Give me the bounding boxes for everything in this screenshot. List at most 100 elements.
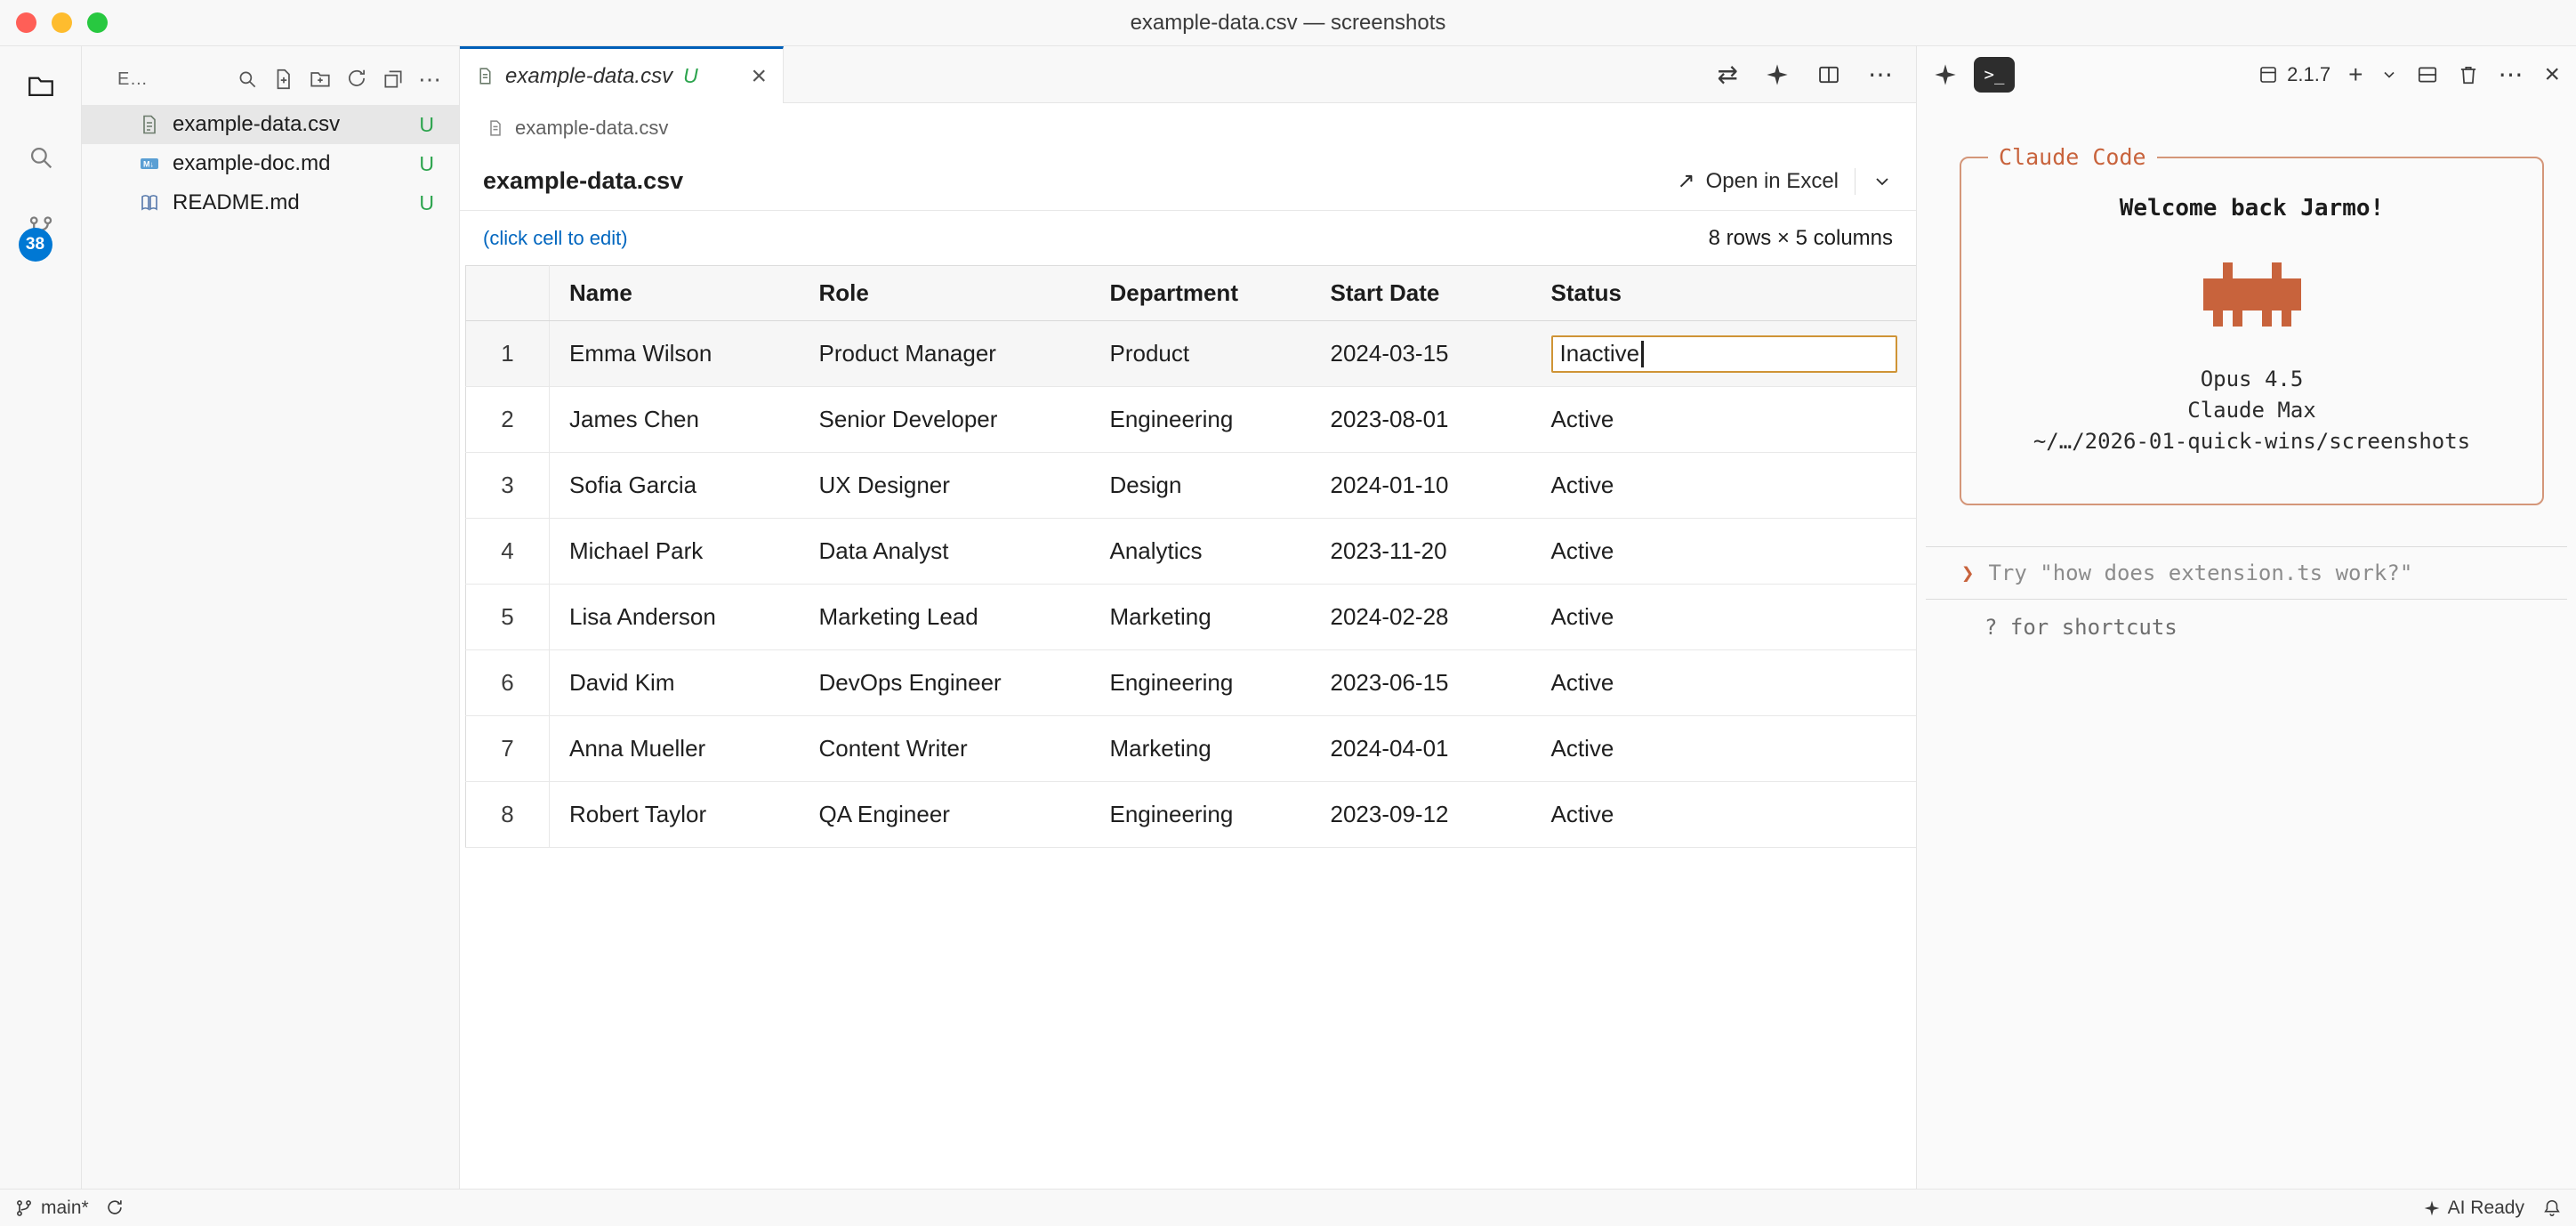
- table-cell[interactable]: Active: [1532, 387, 1917, 453]
- table-cell[interactable]: Content Writer: [800, 716, 1091, 782]
- table-cell[interactable]: 2024-02-28: [1311, 585, 1532, 650]
- table-cell[interactable]: Active: [1532, 453, 1917, 519]
- more-actions-icon[interactable]: ⋯: [1868, 62, 1893, 87]
- refresh-icon[interactable]: [345, 68, 368, 91]
- branch-icon: [14, 1198, 34, 1218]
- table-cell[interactable]: James Chen: [550, 387, 800, 453]
- table-cell[interactable]: Michael Park: [550, 519, 800, 585]
- minimize-window-button[interactable]: [52, 12, 72, 33]
- table-cell[interactable]: 2023-06-15: [1311, 650, 1532, 716]
- table-cell[interactable]: David Kim: [550, 650, 800, 716]
- svg-text:M↓: M↓: [143, 160, 154, 169]
- table-cell[interactable]: Design: [1091, 453, 1311, 519]
- table-cell[interactable]: Active: [1532, 650, 1917, 716]
- open-external-icon: ↗: [1677, 171, 1695, 192]
- claude-welcome-box: Claude Code Welcome back Jarmo! Opus 4.5…: [1960, 144, 2544, 505]
- table-cell[interactable]: Inactive: [1532, 321, 1917, 387]
- csv-title: example-data.csv: [483, 167, 683, 195]
- table-cell[interactable]: Senior Developer: [800, 387, 1091, 453]
- table-cell[interactable]: Marketing: [1091, 716, 1311, 782]
- table-cell[interactable]: 2023-09-12: [1311, 782, 1532, 848]
- prompt-input[interactable]: ❯ Try "how does extension.ts work?": [1926, 546, 2567, 600]
- more-actions-icon[interactable]: ⋯: [418, 68, 441, 91]
- close-panel-icon[interactable]: ×: [2544, 61, 2560, 88]
- table-cell[interactable]: Engineering: [1091, 650, 1311, 716]
- open-in-excel-button[interactable]: ↗ Open in Excel: [1677, 169, 1839, 194]
- table-cell[interactable]: Marketing Lead: [800, 585, 1091, 650]
- breadcrumb-item[interactable]: example-data.csv: [515, 117, 668, 140]
- sparkle-icon[interactable]: [1765, 62, 1790, 87]
- sparkle-icon[interactable]: [1933, 62, 1958, 87]
- divider: [1855, 168, 1856, 195]
- table-cell[interactable]: 2023-11-20: [1311, 519, 1532, 585]
- new-folder-icon[interactable]: [309, 68, 332, 91]
- table-cell[interactable]: Sofia Garcia: [550, 453, 800, 519]
- explorer-icon[interactable]: [26, 71, 56, 101]
- table-cell[interactable]: QA Engineer: [800, 782, 1091, 848]
- terminal-tab-icon[interactable]: >_: [1974, 57, 2015, 93]
- breadcrumb[interactable]: example-data.csv: [460, 103, 1916, 152]
- more-actions-icon[interactable]: ⋯: [2498, 62, 2523, 87]
- git-branch-item[interactable]: main*: [14, 1198, 89, 1219]
- tab-example-data-csv[interactable]: example-data.csv U ×: [460, 46, 784, 103]
- table-cell[interactable]: Anna Mueller: [550, 716, 800, 782]
- title-bar: example-data.csv — screenshots: [0, 0, 2576, 46]
- table-row: 1Emma WilsonProduct ManagerProduct2024-0…: [466, 321, 1917, 387]
- tab-close-icon[interactable]: ×: [751, 63, 767, 90]
- new-file-icon[interactable]: [272, 68, 295, 91]
- table-cell[interactable]: Robert Taylor: [550, 782, 800, 848]
- csv-table-body: 1Emma WilsonProduct ManagerProduct2024-0…: [466, 321, 1917, 848]
- chevron-down-icon[interactable]: [1872, 171, 1893, 192]
- sync-changes-icon[interactable]: [105, 1198, 125, 1218]
- table-cell[interactable]: Active: [1532, 519, 1917, 585]
- table-cell[interactable]: Active: [1532, 585, 1917, 650]
- source-control-icon[interactable]: 38: [26, 214, 56, 244]
- shortcuts-hint: ? for shortcuts: [1984, 615, 2576, 640]
- split-editor-icon[interactable]: [1816, 62, 1841, 87]
- claude-box-title: Claude Code: [1988, 144, 2157, 170]
- table-cell[interactable]: Product: [1091, 321, 1311, 387]
- edit-hint-link[interactable]: (click cell to edit): [483, 227, 628, 250]
- ai-ready-item[interactable]: AI Ready: [2423, 1198, 2524, 1219]
- collapse-all-icon[interactable]: [382, 68, 405, 91]
- table-row: 8Robert TaylorQA EngineerEngineering2023…: [466, 782, 1917, 848]
- table-row: 7Anna MuellerContent WriterMarketing2024…: [466, 716, 1917, 782]
- table-cell[interactable]: 2023-08-01: [1311, 387, 1532, 453]
- table-cell[interactable]: Engineering: [1091, 387, 1311, 453]
- zoom-window-button[interactable]: [87, 12, 108, 33]
- file-item-example-doc-md[interactable]: M↓ example-doc.md U: [82, 144, 459, 183]
- new-session-icon[interactable]: +: [2348, 62, 2363, 87]
- chevron-down-icon[interactable]: [2380, 66, 2398, 84]
- table-cell[interactable]: Lisa Anderson: [550, 585, 800, 650]
- table-cell[interactable]: Engineering: [1091, 782, 1311, 848]
- trash-icon[interactable]: [2457, 63, 2480, 86]
- model-name: Opus 4.5: [1979, 364, 2524, 395]
- table-cell[interactable]: DevOps Engineer: [800, 650, 1091, 716]
- search-icon[interactable]: [26, 142, 56, 173]
- git-status-badge: U: [419, 113, 434, 137]
- table-row: 3Sofia GarciaUX DesignerDesign2024-01-10…: [466, 453, 1917, 519]
- table-cell[interactable]: 2024-03-15: [1311, 321, 1532, 387]
- filter-search-icon[interactable]: [236, 68, 259, 91]
- cell-edit-input[interactable]: Inactive: [1551, 335, 1898, 373]
- table-cell[interactable]: Product Manager: [800, 321, 1091, 387]
- file-item-readme-md[interactable]: README.md U: [82, 183, 459, 222]
- extension-version: 2.1.7: [2258, 63, 2330, 86]
- table-cell[interactable]: UX Designer: [800, 453, 1091, 519]
- table-cell[interactable]: 2024-01-10: [1311, 453, 1532, 519]
- column-header: Status: [1532, 266, 1917, 321]
- table-cell[interactable]: 2024-04-01: [1311, 716, 1532, 782]
- table-cell[interactable]: Active: [1532, 716, 1917, 782]
- file-item-example-data-csv[interactable]: example-data.csv U: [82, 105, 459, 144]
- table-cell[interactable]: Data Analyst: [800, 519, 1091, 585]
- notifications-bell-icon[interactable]: [2542, 1198, 2562, 1218]
- open-changes-icon[interactable]: ⇄: [1718, 62, 1738, 87]
- row-number: 8: [466, 782, 550, 848]
- split-panel-icon[interactable]: [2416, 63, 2439, 86]
- table-cell[interactable]: Emma Wilson: [550, 321, 800, 387]
- table-cell[interactable]: Active: [1532, 782, 1917, 848]
- row-number: 6: [466, 650, 550, 716]
- table-cell[interactable]: Marketing: [1091, 585, 1311, 650]
- table-cell[interactable]: Analytics: [1091, 519, 1311, 585]
- close-window-button[interactable]: [16, 12, 36, 33]
